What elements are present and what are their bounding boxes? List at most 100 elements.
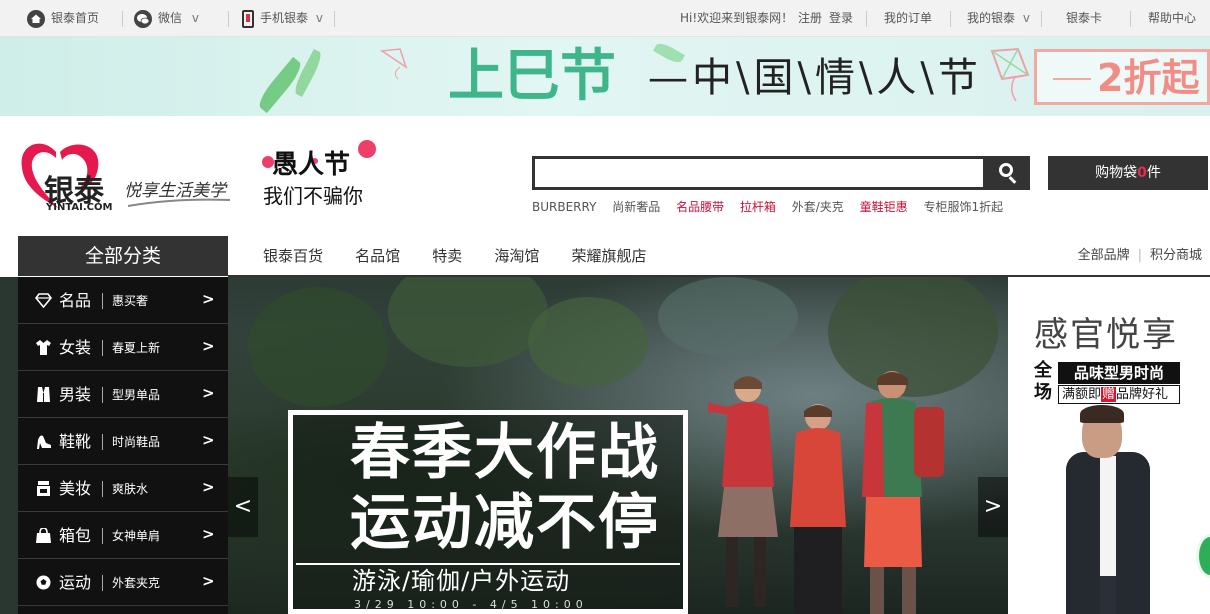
foliage [658, 277, 798, 357]
hot-word-link[interactable]: 名品腰带 [676, 200, 724, 214]
cart-unit: 件 [1146, 165, 1161, 181]
all-categories-tab[interactable]: 全部分类 [18, 236, 228, 276]
brush-stroke [127, 198, 231, 207]
chevron-right-icon: > [202, 290, 215, 308]
nav-item-flash-sale[interactable]: 特卖 [432, 236, 462, 276]
category-item-luxury[interactable]: 名品 惠买奢 > [18, 277, 228, 324]
hot-word-link[interactable]: 尚新奢品 [612, 200, 660, 214]
hero-divider [296, 563, 680, 565]
pink-dot [358, 140, 376, 158]
hero-background-edge [0, 277, 18, 614]
cart-count: 0 [1137, 165, 1147, 181]
category-sub: 女神单肩 [112, 529, 161, 543]
home-link[interactable]: 银泰首页 [27, 0, 99, 37]
divider [950, 11, 951, 27]
april-fool-subtitle[interactable]: 我们不骗你 [263, 180, 363, 209]
cart-label: 购物袋 [1095, 165, 1138, 181]
kite-icon [380, 48, 408, 80]
login-link[interactable]: 登录 [829, 0, 853, 37]
category-name: 鞋靴 [59, 432, 92, 451]
all-brands-link[interactable]: 全部品牌 [1078, 248, 1130, 263]
divider [102, 528, 103, 544]
category-sub: 爽肤水 [112, 482, 149, 496]
mobile-phone-icon [242, 9, 254, 28]
wechat-label: 微信 [158, 11, 183, 25]
shopping-bag-button[interactable]: 购物袋0件 [1048, 156, 1208, 190]
home-label: 银泰首页 [51, 11, 100, 25]
category-name: 美妆 [59, 479, 92, 498]
home-icon [27, 9, 45, 28]
category-name: 女装 [59, 338, 92, 357]
carousel-prev-button[interactable]: < [228, 477, 258, 537]
divider [102, 575, 103, 591]
divider [102, 434, 103, 450]
top-utility-bar: 银泰首页 微信 v 手机银泰 v Hi!欢迎来到银泰网！ 注册 登录 我的订单 … [0, 0, 1210, 37]
divider [102, 387, 103, 403]
chevron-right-icon: > [202, 572, 215, 590]
help-center-link[interactable]: 帮助中心 [1148, 0, 1196, 37]
hero-subline: 游泳/瑜伽/户外运动 [352, 567, 571, 595]
category-item-sports[interactable]: 运动 外套夹克 > [18, 559, 228, 606]
search-input[interactable] [532, 156, 986, 190]
model-hair [1080, 405, 1124, 423]
chevron-right-icon: > [202, 384, 215, 402]
april-fool-title[interactable]: 愚人节 [272, 144, 350, 181]
kite-icon [990, 47, 1030, 102]
greeting-text: Hi!欢迎来到银泰网！ [680, 11, 794, 25]
divider: | [1137, 248, 1142, 263]
chevron-right-icon: > [202, 478, 215, 496]
category-item-shoes[interactable]: 鞋靴 时尚鞋品 > [18, 418, 228, 465]
category-name: 运动 [59, 573, 92, 592]
category-item-men[interactable]: 男装 型男单品 > [18, 371, 228, 418]
divider [866, 11, 867, 27]
register-link[interactable]: 注册 [798, 0, 822, 37]
chevron-down-icon: v [315, 11, 323, 25]
divider [122, 11, 123, 27]
hot-word-link[interactable]: BURBERRY [532, 200, 596, 214]
chevron-right-icon: > [202, 337, 215, 355]
chevron-right-icon: > [202, 431, 215, 449]
divider [1130, 11, 1131, 27]
model-jacket [1116, 452, 1150, 614]
category-name: 男装 [59, 385, 92, 404]
category-item-women[interactable]: 女装 春夏上新 > [18, 324, 228, 371]
wechat-menu[interactable]: 微信 v [134, 0, 199, 37]
nav-item-honor-store[interactable]: 荣耀旗舰店 [571, 236, 646, 276]
my-yintai-menu[interactable]: 我的银泰 v [967, 0, 1030, 37]
search-icon [999, 163, 1013, 177]
category-menu: 名品 惠买奢 > 女装 春夏上新 > 男装 型男单品 > 鞋靴 时尚鞋品 > 美… [18, 277, 228, 614]
hot-word-link[interactable]: 专柜服饰1折起 [923, 200, 1003, 214]
category-item-bags[interactable]: 箱包 女神单肩 > [18, 512, 228, 559]
yintai-card-link[interactable]: 银泰卡 [1066, 0, 1102, 37]
category-name: 名品 [59, 291, 92, 310]
football-icon [36, 575, 51, 590]
hikers-photo [708, 371, 944, 614]
hot-search-words: BURBERRY 尚新奢品 名品腰带 拉杆箱 外套/夹克 童鞋钜惠 专柜服饰1折… [532, 199, 1015, 215]
hot-word-link[interactable]: 外套/夹克 [792, 200, 844, 214]
points-mall-link[interactable]: 积分商城 [1150, 248, 1202, 263]
chevron-right-icon: > [202, 525, 215, 543]
category-sub: 时尚鞋品 [112, 435, 161, 449]
category-name: 箱包 [59, 526, 92, 545]
hot-word-link[interactable]: 童鞋钜惠 [860, 200, 908, 214]
divider [1041, 11, 1042, 27]
hot-word-link[interactable]: 拉杆箱 [740, 200, 776, 214]
handbag-icon [36, 528, 51, 543]
right-ad-tag: 品味型男时尚 [1058, 362, 1180, 384]
logo-english: YINTAI.COM [46, 202, 113, 213]
category-sub: 外套夹克 [112, 576, 161, 590]
nav-item-brand-hall[interactable]: 名品馆 [355, 236, 400, 276]
foliage [528, 297, 648, 387]
my-orders-link[interactable]: 我的订单 [884, 0, 932, 37]
main-nav: 银泰百货 名品馆 特卖 海淘馆 荣耀旗舰店 [263, 236, 673, 276]
nav-item-cross-border[interactable]: 海淘馆 [494, 236, 539, 276]
category-sub: 型男单品 [112, 388, 161, 402]
carousel-next-button[interactable]: > [978, 477, 1008, 537]
promo-banner[interactable]: 上巳节 —中\国\情\人\节 2折起 [0, 37, 1210, 116]
search-button[interactable] [986, 156, 1030, 190]
category-item-beauty[interactable]: 美妆 爽肤水 > [18, 465, 228, 512]
right-ad-gift-tag: 满额即赠品牌好礼 [1058, 385, 1180, 404]
nav-item-yintai-department[interactable]: 银泰百货 [263, 236, 323, 276]
mobile-yintai-menu[interactable]: 手机银泰 v [242, 0, 323, 37]
dress-icon [36, 340, 51, 355]
